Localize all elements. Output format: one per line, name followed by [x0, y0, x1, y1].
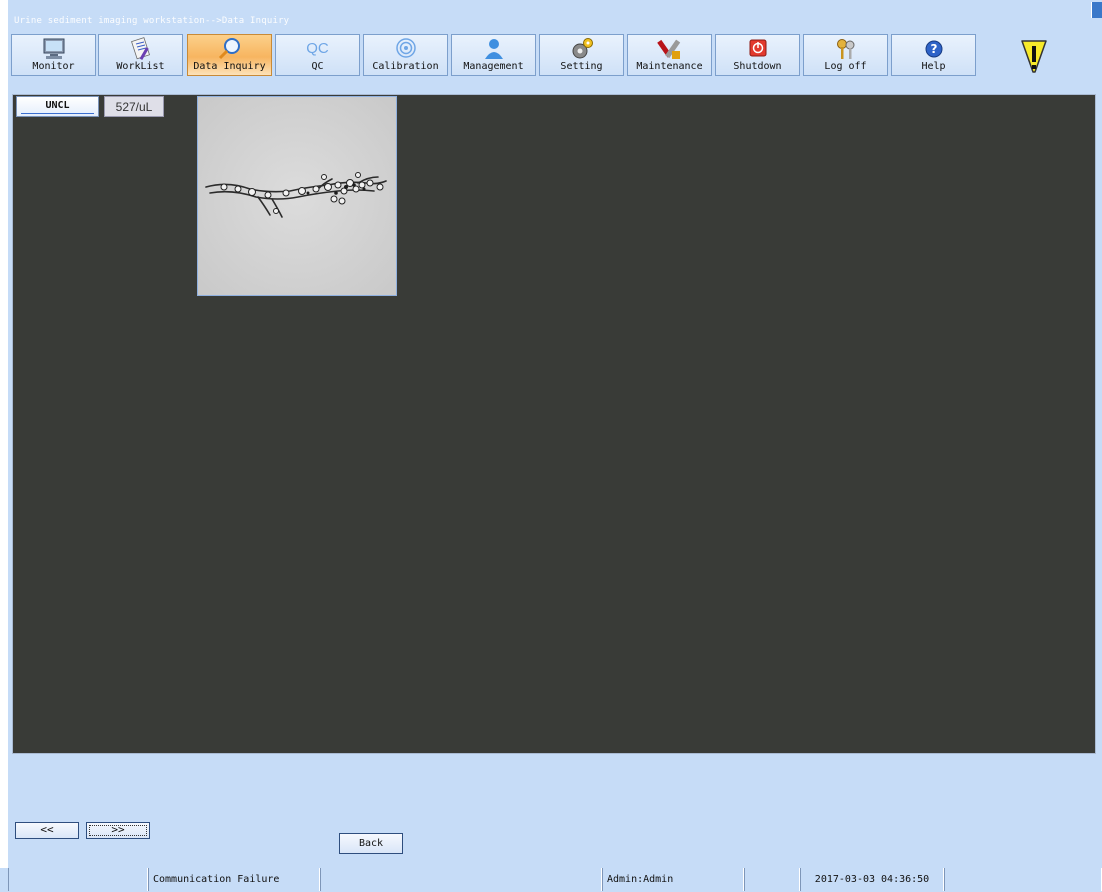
maintenance-label: Maintenance [636, 61, 703, 72]
keys-icon [836, 39, 854, 59]
sediment-cell-image[interactable] [197, 96, 397, 296]
shutdown-label: Shutdown [733, 61, 782, 72]
magnifier-icon [218, 38, 240, 60]
worklist-label: WorkList [116, 61, 165, 72]
user-icon [484, 39, 503, 59]
qc-icon: QC [306, 40, 329, 57]
corner-restore-button[interactable] [1091, 2, 1102, 18]
monitor-label: Monitor [32, 61, 75, 72]
management-button[interactable]: Management [451, 34, 536, 76]
monitor-icon [43, 38, 64, 59]
log-off-label: Log off [824, 61, 867, 72]
data-inquiry-label: Data Inquiry [193, 61, 266, 72]
image-gallery-panel [12, 94, 1096, 754]
qc-label: QC [311, 61, 324, 72]
help-label: Help [921, 61, 946, 72]
management-label: Management [463, 61, 524, 72]
warning-icon[interactable] [1019, 38, 1049, 76]
calibration-label: Calibration [372, 61, 439, 72]
category-count: 527/uL [104, 96, 164, 117]
calibration-button[interactable]: Calibration [363, 34, 448, 76]
svg-text:?: ? [930, 42, 937, 56]
worklist-icon [130, 37, 150, 61]
tools-icon [656, 39, 680, 59]
window-left-edge [0, 0, 8, 891]
data-inquiry-button[interactable]: Data Inquiry [187, 34, 272, 76]
back-button[interactable]: Back [339, 833, 403, 854]
help-button[interactable]: ? Help [891, 34, 976, 76]
help-icon: ? [925, 40, 942, 58]
target-icon [395, 38, 416, 58]
window-title: Urine sediment imaging workstation-->Dat… [14, 16, 290, 26]
gear-icon [572, 38, 593, 59]
monitor-button[interactable]: Monitor [11, 34, 96, 76]
maintenance-button[interactable]: Maintenance [627, 34, 712, 76]
log-off-button[interactable]: Log off [803, 34, 888, 76]
setting-button[interactable]: Setting [539, 34, 624, 76]
status-cell-empty-2 [320, 868, 602, 891]
next-page-button[interactable]: >> [86, 822, 150, 839]
status-connection: Communication Failure [148, 868, 320, 891]
shutdown-button[interactable]: Shutdown [715, 34, 800, 76]
previous-page-button[interactable]: << [15, 822, 79, 839]
status-datetime: 2017-03-03 04:36:50 [800, 868, 944, 891]
category-tab-uncl[interactable]: UNCL [16, 96, 99, 117]
qc-button[interactable]: QC QC [275, 34, 360, 76]
setting-label: Setting [560, 61, 603, 72]
sediment-particle-photo [198, 97, 396, 295]
status-cell-empty-4 [944, 868, 1102, 891]
status-cell-empty-3 [744, 868, 800, 891]
status-user: Admin:Admin [602, 868, 744, 891]
power-icon [749, 39, 766, 57]
worklist-button[interactable]: WorkList [98, 34, 183, 76]
status-cell-empty-1 [8, 868, 148, 891]
